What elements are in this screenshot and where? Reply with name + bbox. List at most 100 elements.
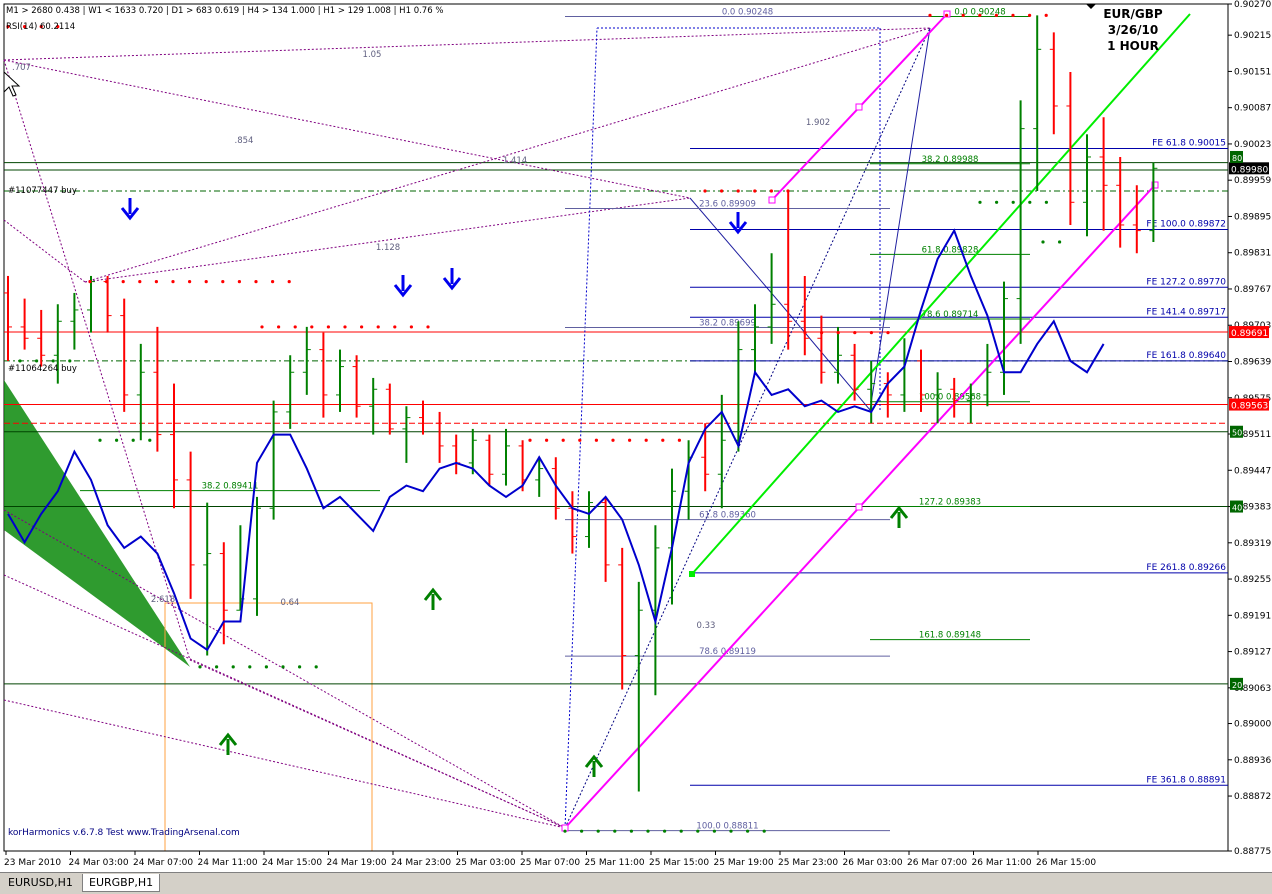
x-axis-label: 26 Mar 15:00 [1036, 858, 1096, 868]
support-dots [231, 665, 235, 669]
resistance-dots [105, 280, 109, 284]
chart-symbol: EUR/GBP [1103, 7, 1163, 21]
x-axis-label: 25 Mar 03:00 [456, 858, 516, 868]
up-arrow-icon [218, 732, 238, 755]
pattern-ratio-label: 0.64 [281, 598, 300, 608]
support-dots [264, 665, 268, 669]
resistance-dots [409, 325, 413, 329]
header-info: M1 > 2680 0.438 | W1 < 1633 0.720 | D1 >… [6, 6, 443, 16]
support-dots [712, 829, 717, 833]
chart-date: 3/26/10 [1108, 23, 1159, 37]
support-dots [596, 829, 600, 833]
watermark: korHarmonics v.6.7.8 Test www.TradingArs… [8, 828, 240, 838]
x-axis-label: 25 Mar 19:00 [714, 858, 774, 868]
x-axis-label: 25 Mar 11:00 [585, 858, 645, 868]
chart-shift-marker [1086, 4, 1096, 9]
resistance-dots [578, 438, 582, 442]
resistance-dots [836, 331, 840, 335]
resistance-dots [1044, 13, 1048, 17]
resistance-dots [360, 325, 364, 329]
support-dots [762, 829, 766, 833]
lime-trend-line [691, 13, 1191, 575]
support-dots [1011, 200, 1015, 204]
anchor-point [855, 103, 863, 111]
x-axis-label: 24 Mar 03:00 [69, 858, 129, 868]
anchor-point [689, 571, 695, 577]
tab-eurusd[interactable]: EURUSD,H1 [2, 874, 79, 891]
resistance-dots [978, 13, 982, 17]
price-tag-label: 0.89980 [1231, 165, 1268, 175]
support-dots [995, 200, 999, 204]
support-dots [298, 665, 302, 669]
resistance-dots [928, 13, 932, 17]
support-dots [281, 665, 285, 669]
rsi-line [7, 228, 1105, 652]
tab-eurgbp[interactable]: EURGBP,H1 [82, 874, 161, 892]
y-axis-label: 0.90151 [1234, 67, 1271, 77]
pattern-dotted-line [3, 27, 931, 61]
resistance-dots [88, 280, 92, 284]
support-dots [629, 829, 634, 833]
x-axis-label: 26 Mar 07:00 [907, 858, 967, 868]
price-tag-label: 0.89691 [1231, 329, 1268, 339]
resistance-dots [237, 280, 241, 284]
resistance-dots [204, 280, 208, 284]
cursor-icon [3, 71, 21, 97]
pattern-ratio-label: 1.05 [363, 50, 382, 60]
resistance-dots [343, 325, 347, 329]
y-axis-label: 0.89191 [1234, 611, 1271, 621]
support-dots [746, 829, 750, 833]
support-dots [131, 438, 135, 442]
fe-level-label: FE 261.8 0.89266 [1146, 563, 1226, 573]
resistance-dots [561, 438, 565, 442]
pattern-dotted-line [564, 27, 598, 829]
chart-area[interactable]: 0.0 0.90248 23.6 0.89909 38.2 0.89699 61.8 … [0, 0, 1272, 893]
up-arrow-icon [584, 754, 604, 777]
pattern-dotted-line [84, 27, 931, 283]
resistance-dots [886, 331, 890, 335]
x-axis-label: 24 Mar 15:00 [262, 858, 322, 868]
resistance-dots [393, 325, 397, 329]
x-axis-label: 25 Mar 07:00 [520, 858, 580, 868]
support-dots [215, 665, 219, 669]
fe-level-label: FE 61.8 0.90015 [1152, 138, 1226, 148]
support-dots [198, 665, 202, 669]
resistance-dots [287, 280, 291, 284]
resistance-dots [661, 438, 665, 442]
resistance-dots [528, 438, 532, 442]
resistance-dots [376, 325, 380, 329]
y-axis-label: 0.88872 [1234, 792, 1271, 802]
support-dots [679, 829, 683, 833]
resistance-dots [326, 325, 330, 329]
resistance-dots [277, 325, 281, 329]
y-axis-label: 0.89959 [1234, 176, 1271, 186]
support-dots [248, 665, 252, 669]
resistance-dots [545, 438, 549, 442]
resistance-dots [853, 331, 857, 335]
fib-level-label: 100.0 0.88811 [696, 822, 758, 832]
resistance-dots [769, 189, 774, 193]
support-dots [1044, 200, 1048, 204]
resistance-dots [121, 280, 125, 284]
abcd-pattern [689, 27, 931, 412]
x-axis-label: 26 Mar 03:00 [843, 858, 903, 868]
resistance-dots [138, 280, 142, 284]
y-axis-label: 0.89447 [1234, 466, 1271, 476]
resistance-dots [786, 189, 790, 193]
anchor-point [855, 503, 863, 511]
fib-level-label: 0.0 0.90248 [722, 7, 773, 17]
support-dots [18, 359, 22, 363]
level-tag-label: 40 [1232, 504, 1242, 513]
fe-level-label: FE 141.4 0.89717 [1146, 307, 1226, 317]
y-axis-label: 0.90270 [1234, 0, 1271, 10]
x-axis-label: 25 Mar 15:00 [649, 858, 709, 868]
price-chart[interactable]: 0.0 0.90248 23.6 0.89909 38.2 0.89699 61.8 … [0, 0, 1272, 872]
trade-label: #11064264 buy [8, 364, 77, 374]
level-tag-label: 80 [1232, 154, 1242, 163]
up-arrow-icon [889, 505, 909, 528]
y-axis-label: 0.89127 [1234, 648, 1271, 658]
resistance-dots [994, 13, 999, 17]
support-dots [613, 829, 617, 833]
resistance-dots [628, 438, 632, 442]
down-arrow-icon [120, 198, 140, 221]
